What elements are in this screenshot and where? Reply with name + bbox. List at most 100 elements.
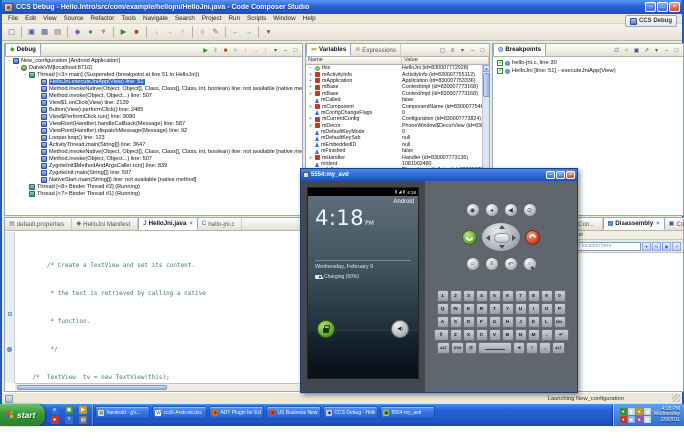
variables-tool-icon[interactable]: – <box>468 47 477 56</box>
editor-tab[interactable]: ◆ HelloJni Manifest <box>72 218 139 230</box>
variables-tool-icon[interactable]: □ <box>478 47 487 56</box>
debug-tree-row[interactable]: HelloJni.executeJniApp(View) line: 51 <box>5 78 302 85</box>
menu-item[interactable]: Run <box>225 15 243 22</box>
variable-expander[interactable]: + <box>308 104 313 110</box>
close-tab-icon[interactable]: × <box>656 221 660 227</box>
debug-tree-row[interactable]: ActivityThread.main(String[]) line: 3647 <box>5 141 302 148</box>
scroll-up-arrow[interactable]: ▲ <box>483 65 490 72</box>
dpad-up-icon[interactable] <box>499 225 505 229</box>
tab-debug[interactable]: ◈ Debug <box>5 43 41 56</box>
hardware-button[interactable]: ◂ <box>484 203 499 217</box>
editor-gutter[interactable] <box>5 232 15 383</box>
keyboard-key[interactable]: 0 <box>553 290 566 302</box>
variable-row[interactable]: mConfigChangeFlags 0 <box>306 110 489 116</box>
keyboard-key[interactable]: D <box>462 316 475 328</box>
debug-tool-icon[interactable]: ↑ <box>261 47 270 56</box>
end-call-button[interactable] <box>525 229 540 245</box>
hardware-button[interactable]: ○ <box>522 257 537 271</box>
toolbar-icon[interactable]: ▼ <box>98 26 110 39</box>
keyboard-key[interactable]: O <box>540 303 553 315</box>
breakpoints-tool-icon[interactable]: ∅ <box>612 47 621 56</box>
keyboard-key[interactable]: I <box>527 303 540 315</box>
keyboard-key[interactable]: R <box>475 303 488 315</box>
debug-tree-row[interactable]: View$PerformClick.run() line: 9080 <box>5 113 302 120</box>
menu-item[interactable]: Source <box>61 15 87 22</box>
keyboard-key[interactable]: B <box>501 329 514 341</box>
variable-row[interactable]: mFinished false <box>306 148 489 154</box>
toolbar-icon[interactable] <box>258 25 259 38</box>
debug-tree-row[interactable]: Thread [<8> Binder Thread #2] (Running) <box>5 183 302 190</box>
menu-item[interactable]: Tools <box>118 15 139 22</box>
toolbar-icon[interactable]: ▢ <box>6 26 18 39</box>
location-tool-button[interactable]: ▣ <box>662 241 671 251</box>
debug-tree-row[interactable]: Method.invokeNative(Object, Object[], Cl… <box>5 85 302 92</box>
toolbar-icon[interactable]: → <box>164 26 176 39</box>
tree-expander[interactable]: − <box>23 72 28 78</box>
debug-tool-icon[interactable]: ‖ <box>211 47 220 56</box>
breakpoints-tool-icon[interactable]: ↗ <box>642 47 651 56</box>
debug-tree-row[interactable]: Method.invokeNative(Object, Object[], Cl… <box>5 148 302 155</box>
toolbar-icon[interactable]: ✎ <box>210 26 222 39</box>
keyboard-key[interactable]: G <box>488 316 501 328</box>
tab-breakpoints[interactable]: ◎ Breakpoints <box>493 43 547 56</box>
window-button[interactable]: × <box>669 2 680 12</box>
breakpoint-row[interactable]: ✓ HelloJni [line: 51] - executeJniApp(Vi… <box>493 67 683 75</box>
keyboard-key[interactable]: ⇧ <box>433 329 449 341</box>
menu-item[interactable]: Help <box>300 15 319 22</box>
keyboard-key[interactable]: K <box>527 316 540 328</box>
menu-item[interactable]: Scripts <box>244 15 269 22</box>
breakpoints-tool-icon[interactable]: – <box>662 47 671 56</box>
variables-column-headers[interactable]: Name Value <box>306 57 489 65</box>
lock-screen[interactable]: Android 4:18PM Wednesday, February 9 Cha… <box>308 196 418 378</box>
menu-item[interactable]: Project <box>199 15 225 22</box>
taskbar-window-button[interactable]: ▤ #android - gV... <box>95 406 151 419</box>
toolbar-icon[interactable]: ◆ <box>72 26 84 39</box>
debug-tool-icon[interactable]: → <box>251 47 260 56</box>
tray-icon[interactable]: ▣ <box>627 415 635 423</box>
keyboard-key[interactable]: X <box>462 329 475 341</box>
variable-row[interactable]: + mCurrentConfig Configuration (id=83000… <box>306 116 489 122</box>
variable-row[interactable]: mDefaultKeySsb null <box>306 135 489 141</box>
keyboard-key[interactable]: 7 <box>514 290 527 302</box>
menu-item[interactable]: View <box>40 15 60 22</box>
keyboard-key[interactable]: L <box>540 316 553 328</box>
debug-tree-row[interactable]: ViewRoot(Handler).handleCallback(Message… <box>5 120 302 127</box>
menu-item[interactable]: Search <box>172 15 198 22</box>
editor-tab[interactable]: J HelloJni.java × <box>138 217 198 230</box>
emulator-window-button[interactable]: – <box>546 171 555 179</box>
keyboard-key[interactable]: U <box>514 303 527 315</box>
taskbar-window-button[interactable]: ● ADT Plugin for Eclips... <box>209 406 265 419</box>
variable-row[interactable]: mCalled false <box>306 97 489 103</box>
dpad-left-icon[interactable] <box>486 235 490 241</box>
variable-row[interactable]: + mApplication Application (id=830007753… <box>306 78 489 84</box>
keyboard-key[interactable]: 3 <box>462 290 475 302</box>
menu-item[interactable]: File <box>5 15 21 22</box>
menu-item[interactable]: Navigate <box>140 15 171 22</box>
variables-tool-icon[interactable]: ▾ <box>458 47 467 56</box>
emulator-window-button[interactable]: □ <box>556 171 565 179</box>
toolbar-icon[interactable] <box>67 25 68 38</box>
keyboard-key[interactable]: E <box>462 303 475 315</box>
variable-expander[interactable]: + <box>308 123 313 129</box>
tray-icon[interactable]: ▮ <box>627 407 635 415</box>
call-button[interactable] <box>462 229 477 245</box>
quick-launch-icon[interactable]: ▣ <box>64 406 73 414</box>
phone-screen[interactable]: ▮ ◢ ▮ 4:18 Android 4:18PM Wednesday, Febru… <box>307 187 419 379</box>
window-button[interactable]: – <box>645 2 656 12</box>
variable-expander[interactable]: + <box>308 84 313 90</box>
variable-row[interactable]: mIdent 1081002480 <box>306 161 489 167</box>
keyboard-key[interactable]: , <box>539 342 551 354</box>
taskbar-window-button[interactable]: ▣ 5554:my_avd <box>380 406 436 419</box>
keyboard-key[interactable]: M <box>527 329 540 341</box>
variable-expander[interactable]: + <box>308 116 313 122</box>
hardware-button[interactable]: ⊙ <box>522 203 537 217</box>
debug-tree-row[interactable]: ViewRoot(Handler).dispatchMessage(Messag… <box>5 127 302 134</box>
variable-row[interactable]: + mComponent ComponentName (id=830007754… <box>306 103 489 110</box>
variables-tool-icon[interactable]: ▢ <box>438 47 447 56</box>
keyboard-key[interactable]: 4 <box>475 290 488 302</box>
variable-row[interactable]: + mBase ContextImpl (id=830007773168) <box>306 91 489 97</box>
sound-toggle[interactable]: ◀) <box>391 320 409 338</box>
keyboard-key[interactable]: @ <box>465 342 477 354</box>
menu-item[interactable]: Window <box>270 15 298 22</box>
quick-launch-icon[interactable]: ▤ <box>79 416 88 424</box>
